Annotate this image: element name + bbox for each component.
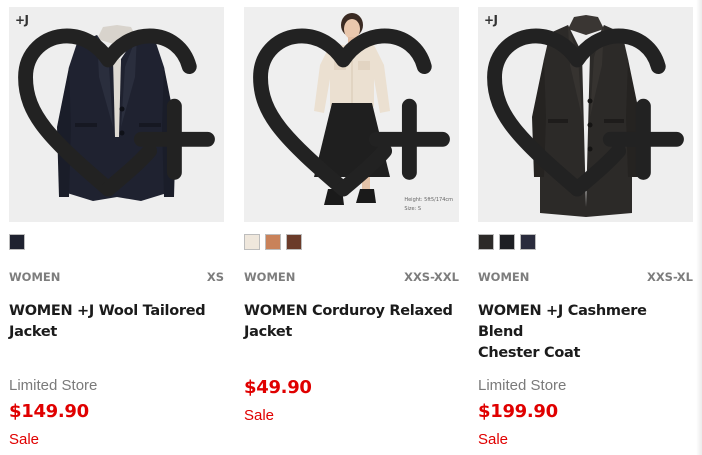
size-range: XXS-XXL bbox=[404, 270, 459, 284]
product-name-line: Jacket bbox=[9, 324, 57, 340]
size-range: XXS-XL bbox=[646, 270, 693, 284]
heart-plus-icon[interactable] bbox=[244, 7, 459, 222]
color-swatch[interactable] bbox=[478, 234, 494, 250]
product-card[interactable]: Height: 5ft5/174cm Size: S WOMEN XXS-XXL… bbox=[244, 0, 460, 455]
product-image[interactable]: +J bbox=[9, 7, 224, 222]
color-swatch[interactable] bbox=[9, 234, 25, 250]
color-swatches bbox=[244, 234, 302, 250]
product-card[interactable]: +J WOMEN XS WOMEN +J Wool Tailored Jacke… bbox=[9, 0, 225, 455]
product-name[interactable]: WOMEN Corduroy Relaxed Jacket bbox=[244, 301, 459, 343]
gender-label: WOMEN bbox=[244, 270, 296, 284]
product-name-line: Jacket bbox=[244, 324, 292, 340]
product-name-line: WOMEN +J Cashmere Blend bbox=[478, 303, 647, 340]
heart-plus-icon[interactable] bbox=[478, 7, 693, 222]
product-image[interactable]: +J bbox=[478, 7, 693, 222]
color-swatch[interactable] bbox=[520, 234, 536, 250]
product-name[interactable]: WOMEN +J Cashmere Blend Chester Coat bbox=[478, 301, 693, 364]
sale-label: Sale bbox=[478, 431, 509, 448]
scroll-edge-shadow bbox=[696, 0, 702, 455]
color-swatch[interactable] bbox=[244, 234, 260, 250]
size-range: XS bbox=[206, 270, 224, 284]
product-price: $199.90 bbox=[478, 401, 558, 422]
sale-label: Sale bbox=[9, 431, 40, 448]
product-name-line: Chester Coat bbox=[478, 345, 581, 361]
product-price: $149.90 bbox=[9, 401, 89, 422]
color-swatch[interactable] bbox=[499, 234, 515, 250]
heart-plus-icon[interactable] bbox=[9, 7, 224, 222]
product-name[interactable]: WOMEN +J Wool Tailored Jacket bbox=[9, 301, 224, 343]
product-grid: +J WOMEN XS WOMEN +J Wool Tailored Jacke… bbox=[0, 0, 702, 455]
color-swatches bbox=[9, 234, 25, 250]
product-meta: WOMEN XXS-XL bbox=[478, 270, 693, 286]
color-swatches bbox=[478, 234, 536, 250]
product-image[interactable]: Height: 5ft5/174cm Size: S bbox=[244, 7, 459, 222]
store-label: Limited Store bbox=[9, 377, 98, 394]
store-label: Limited Store bbox=[478, 377, 567, 394]
sale-label: Sale bbox=[244, 407, 275, 424]
gender-label: WOMEN bbox=[9, 270, 61, 284]
product-name-line: WOMEN +J Wool Tailored bbox=[9, 303, 206, 319]
product-name-line: WOMEN Corduroy Relaxed bbox=[244, 303, 453, 319]
product-meta: WOMEN XS bbox=[9, 270, 224, 286]
product-price: $49.90 bbox=[244, 377, 312, 398]
product-meta: WOMEN XXS-XXL bbox=[244, 270, 459, 286]
color-swatch[interactable] bbox=[265, 234, 281, 250]
gender-label: WOMEN bbox=[478, 270, 530, 284]
color-swatch[interactable] bbox=[286, 234, 302, 250]
product-card[interactable]: +J WOMEN XXS-XL WOMEN +J Cashmere Blend … bbox=[478, 0, 694, 455]
